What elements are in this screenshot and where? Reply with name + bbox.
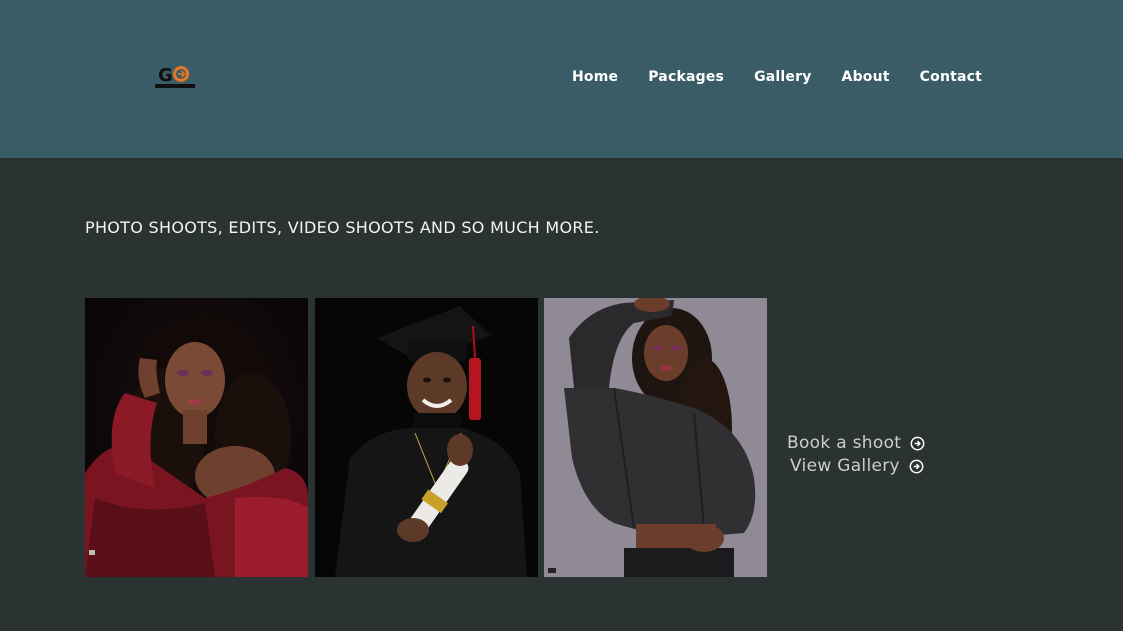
book-shoot-label: Book a shoot xyxy=(787,433,902,453)
nav-gallery[interactable]: Gallery xyxy=(754,68,811,86)
gallery-photo-3[interactable] xyxy=(544,298,767,577)
book-shoot-link[interactable]: Book a shoot xyxy=(787,432,925,455)
nav-home[interactable]: Home xyxy=(572,68,618,86)
hero-tagline: PHOTO SHOOTS, EDITS, VIDEO SHOOTS AND SO… xyxy=(85,218,600,237)
svg-text:G: G xyxy=(158,65,173,86)
gallery-photo-2[interactable] xyxy=(315,298,538,577)
nav-about[interactable]: About xyxy=(842,68,890,86)
gallery-photo-1[interactable] xyxy=(85,298,308,577)
brand-logo[interactable]: G xyxy=(154,62,196,90)
view-gallery-label: View Gallery xyxy=(790,456,900,476)
main-nav: Home Packages Gallery About Contact xyxy=(572,68,982,86)
view-gallery-link[interactable]: View Gallery xyxy=(790,455,925,478)
logo-icon: G xyxy=(155,65,195,88)
nav-contact[interactable]: Contact xyxy=(920,68,982,86)
arrow-circle-right-icon xyxy=(909,459,924,474)
site-header: G Home Packages Gallery About Contact xyxy=(0,0,1123,158)
nav-packages[interactable]: Packages xyxy=(648,68,724,86)
arrow-circle-right-icon xyxy=(910,436,925,451)
cta-links: Book a shoot View Gallery xyxy=(787,432,925,478)
